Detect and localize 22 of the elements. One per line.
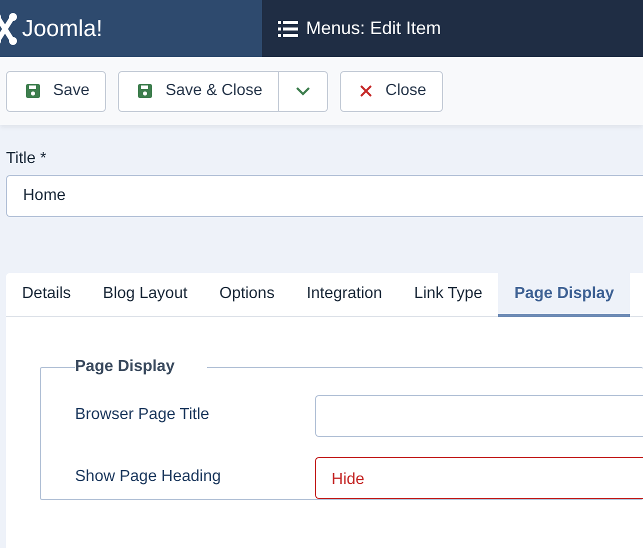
tab[interactable]: Options bbox=[203, 273, 291, 317]
tab[interactable]: Integration bbox=[290, 273, 398, 317]
tab[interactable]: Blog Layout bbox=[86, 273, 204, 317]
toolbar-button[interactable]: Close bbox=[340, 70, 444, 112]
field-label: Title * bbox=[6, 149, 48, 169]
logo-text: Joomla! bbox=[22, 14, 103, 44]
fieldset-legend: Page Display bbox=[59, 359, 191, 375]
field-label: Show Page Heading bbox=[75, 467, 222, 487]
text-field[interactable] bbox=[314, 395, 643, 437]
caret-icon bbox=[295, 86, 312, 96]
close-icon bbox=[359, 84, 374, 98]
field-label: Browser Page Title bbox=[75, 405, 210, 425]
page-title: Menus: Edit Item bbox=[306, 17, 442, 40]
tab[interactable]: Details bbox=[6, 273, 87, 317]
title-input[interactable]: Home bbox=[6, 175, 643, 217]
tab[interactable]: Page Display bbox=[498, 273, 630, 317]
select-field[interactable]: Hide bbox=[314, 457, 643, 499]
toolbar-button[interactable]: Save bbox=[6, 70, 106, 112]
tab[interactable]: Link Type bbox=[398, 273, 498, 317]
toolbar-button[interactable]: Save & Close bbox=[118, 70, 280, 112]
list-icon bbox=[278, 20, 298, 36]
dropdown-toggle[interactable] bbox=[279, 70, 328, 112]
